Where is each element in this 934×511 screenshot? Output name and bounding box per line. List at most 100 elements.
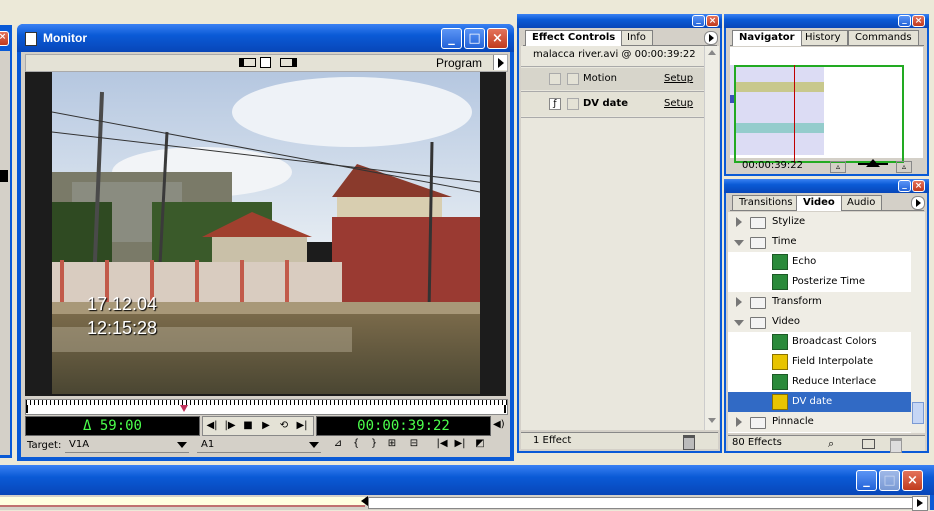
tab-video[interactable]: Video bbox=[796, 195, 842, 211]
target-audio-select[interactable]: A1 bbox=[197, 438, 321, 453]
tab-audio[interactable]: Audio bbox=[840, 195, 883, 210]
monitor-time-ruler[interactable] bbox=[25, 399, 508, 415]
zoom-out-icon[interactable]: ▵ bbox=[830, 161, 846, 173]
folder-item[interactable]: Transform bbox=[728, 292, 911, 312]
minimize-button[interactable]: _ bbox=[898, 15, 911, 27]
effects-title-bar[interactable]: _ × bbox=[724, 179, 929, 193]
effect-item[interactable]: Reduce Interlace Flicker bbox=[728, 372, 911, 407]
zoom-slider-thumb[interactable] bbox=[866, 159, 880, 167]
next-edit-icon[interactable]: ▶| bbox=[453, 437, 467, 450]
close-button[interactable]: × bbox=[912, 180, 925, 192]
scroll-arrow-icon[interactable] bbox=[0, 170, 8, 182]
keyframe-checkbox[interactable] bbox=[567, 98, 579, 110]
zoom-in-icon[interactable]: ▵ bbox=[896, 161, 912, 173]
enable-checkbox[interactable]: ƒ bbox=[549, 98, 561, 110]
enable-checkbox[interactable] bbox=[549, 73, 561, 85]
mark-out-icon[interactable]: } bbox=[367, 437, 381, 450]
video-frame: 17.12.04 12:15:28 bbox=[25, 72, 506, 396]
work-area-bar[interactable] bbox=[0, 497, 365, 507]
timeline-title-bar[interactable]: _ □ × bbox=[0, 465, 934, 495]
palette-menu-button[interactable] bbox=[704, 31, 718, 45]
insert-icon[interactable]: ⊞ bbox=[385, 437, 399, 450]
trash-icon[interactable] bbox=[683, 435, 695, 450]
monitor-window: Monitor _ □ × Program 17.12.04 12:15:28 … bbox=[17, 24, 514, 461]
play-to-out-icon[interactable]: ▶| bbox=[295, 419, 309, 432]
collapsed-arrow-icon[interactable] bbox=[736, 217, 742, 227]
overlay-icon[interactable]: ⊟ bbox=[407, 437, 421, 450]
close-button[interactable]: × bbox=[706, 15, 719, 27]
new-folder-icon[interactable] bbox=[862, 439, 875, 449]
minimize-button[interactable]: _ bbox=[856, 470, 877, 491]
single-view-icon[interactable] bbox=[260, 57, 271, 68]
close-button[interactable]: × bbox=[902, 470, 923, 491]
monitor-menu-button[interactable] bbox=[493, 55, 507, 70]
folder-icon bbox=[750, 417, 766, 429]
collapsed-arrow-icon[interactable] bbox=[736, 297, 742, 307]
tab-effect-controls[interactable]: Effect Controls bbox=[525, 30, 623, 46]
expanded-arrow-icon[interactable] bbox=[734, 320, 744, 326]
step-back-icon[interactable]: ◀| bbox=[205, 419, 219, 432]
folder-item[interactable]: Pinnacle bbox=[728, 412, 911, 432]
close-button[interactable]: × bbox=[487, 28, 508, 49]
navigator-title-bar[interactable]: _ × bbox=[724, 14, 929, 28]
scroll-thumb[interactable] bbox=[912, 402, 924, 424]
item-label: Transform bbox=[772, 296, 822, 307]
vertical-scrollbar[interactable] bbox=[704, 46, 719, 430]
effect-item[interactable]: DV date bbox=[728, 392, 911, 412]
find-icon[interactable]: ⌕ bbox=[828, 437, 834, 451]
monitor-title-bar[interactable]: Monitor _ □ × bbox=[17, 24, 514, 52]
loop-icon[interactable]: ⟲ bbox=[277, 419, 291, 432]
effect-row-dv-date[interactable]: ƒ DV date Setup bbox=[521, 92, 704, 116]
effect-item[interactable]: Echo bbox=[728, 252, 911, 272]
close-icon[interactable]: × bbox=[0, 31, 9, 46]
effects-scrollbar[interactable] bbox=[911, 212, 925, 433]
minimize-button[interactable]: _ bbox=[898, 180, 911, 192]
scroll-up-icon[interactable] bbox=[708, 50, 716, 55]
trash-icon[interactable] bbox=[890, 438, 902, 453]
mark-in-icon[interactable]: { bbox=[349, 437, 363, 450]
play-icon[interactable]: ▶ bbox=[259, 419, 273, 432]
keyframe-checkbox[interactable] bbox=[567, 73, 579, 85]
lift-icon[interactable]: ⊿ bbox=[331, 437, 345, 450]
step-forward-icon[interactable]: |▶ bbox=[223, 419, 237, 432]
folder-item[interactable]: Stylize bbox=[728, 212, 911, 232]
previous-edit-icon[interactable]: |◀ bbox=[435, 437, 449, 450]
tab-commands[interactable]: Commands bbox=[848, 30, 919, 45]
maximize-button[interactable]: □ bbox=[464, 28, 485, 49]
minimize-button[interactable]: _ bbox=[692, 15, 705, 27]
tab-history[interactable]: History bbox=[798, 30, 848, 45]
frame-icon[interactable]: ◩ bbox=[473, 437, 487, 450]
palette-menu-button[interactable] bbox=[911, 196, 925, 210]
tab-info[interactable]: Info bbox=[620, 30, 653, 45]
effect-item[interactable]: Posterize Time bbox=[728, 272, 911, 292]
timecode-display[interactable]: 00:00:39:22 bbox=[316, 416, 491, 436]
setup-link[interactable]: Setup bbox=[664, 73, 693, 84]
stop-icon[interactable]: ■ bbox=[241, 419, 255, 432]
close-button[interactable]: × bbox=[912, 15, 925, 27]
target-video-select[interactable]: V1A bbox=[65, 438, 189, 453]
tab-navigator[interactable]: Navigator bbox=[732, 30, 802, 46]
tab-transitions[interactable]: Transitions bbox=[732, 195, 800, 210]
volume-icon[interactable]: ◀) bbox=[493, 418, 505, 432]
setup-link[interactable]: Setup bbox=[664, 98, 693, 109]
folder-icon bbox=[750, 317, 766, 329]
folder-item[interactable]: Video bbox=[728, 312, 911, 332]
navigator-preview[interactable] bbox=[730, 47, 923, 163]
effect-item[interactable]: Field Interpolate bbox=[728, 352, 911, 372]
effect-controls-title-bar[interactable]: _ × bbox=[517, 14, 722, 28]
playhead-marker[interactable] bbox=[180, 405, 188, 412]
effect-row-motion[interactable]: Motion Setup bbox=[521, 68, 704, 90]
trim-view-icon[interactable] bbox=[280, 58, 297, 67]
monitor-window-icon bbox=[25, 32, 37, 46]
timeline-ruler[interactable] bbox=[0, 495, 930, 511]
folder-item[interactable]: Time bbox=[728, 232, 911, 252]
scroll-down-icon[interactable] bbox=[708, 418, 716, 423]
expanded-arrow-icon[interactable] bbox=[734, 240, 744, 246]
work-area-handle-icon[interactable] bbox=[361, 496, 368, 506]
dual-view-icon[interactable] bbox=[239, 58, 256, 67]
minimize-button[interactable]: _ bbox=[441, 28, 462, 49]
timeline-menu-button[interactable] bbox=[912, 496, 928, 511]
collapsed-arrow-icon[interactable] bbox=[736, 417, 742, 427]
effect-item[interactable]: Broadcast Colors bbox=[728, 332, 911, 352]
navigator-view-box[interactable] bbox=[734, 65, 904, 163]
